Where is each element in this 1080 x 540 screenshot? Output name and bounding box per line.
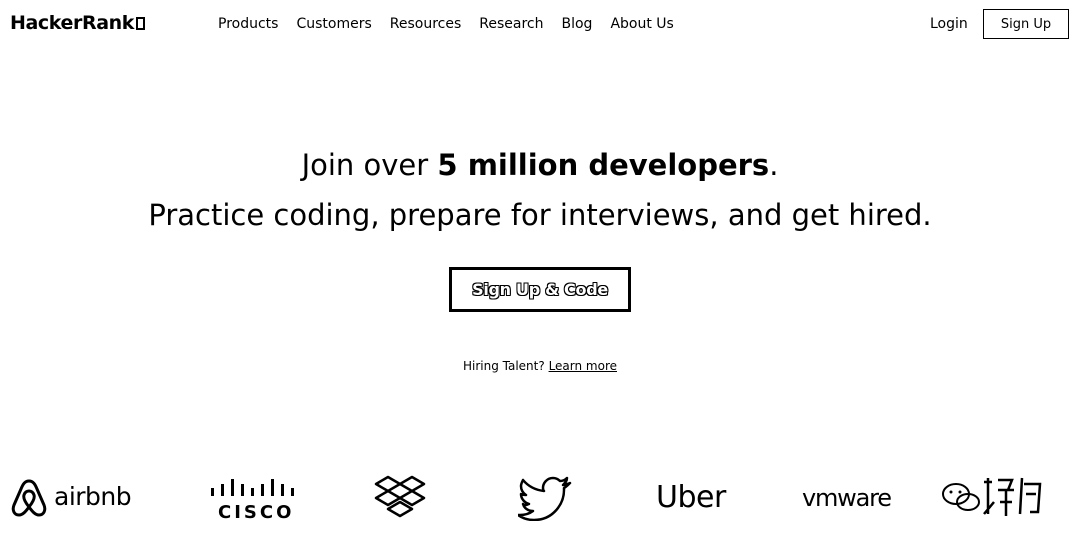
airbnb-wordmark: airbnb xyxy=(54,482,132,511)
hero-subheadline: Practice coding, prepare for interviews,… xyxy=(148,198,932,232)
hackerrank-logo[interactable]: HackerRank xyxy=(10,12,145,34)
twitter-bird-icon xyxy=(518,476,572,521)
nav-products[interactable]: Products xyxy=(218,16,278,32)
airbnb-icon xyxy=(11,479,47,517)
top-navigation: HackerRank Products Customers Resources … xyxy=(0,0,1080,52)
hiring-text: Hiring Talent? xyxy=(462,359,549,373)
logo-text: HackerRank xyxy=(10,12,134,34)
airbnb-logo: airbnb xyxy=(10,470,135,530)
hero-headline: Join over 5 million developers. xyxy=(0,148,1080,182)
login-link[interactable]: Login xyxy=(930,16,968,32)
cisco-wordmark: CISCO xyxy=(218,502,295,523)
cta-label: Sign Up & Code xyxy=(472,280,608,299)
hero-headline-suffix: . xyxy=(769,148,779,182)
cisco-icon xyxy=(211,479,294,496)
customer-logos: airbnb CISCO Uber vmware xyxy=(0,470,1080,530)
nav-research[interactable]: Research xyxy=(479,16,543,32)
logo-mark-icon xyxy=(135,16,145,30)
nav-about-us[interactable]: About Us xyxy=(610,16,673,32)
main-nav: Products Customers Resources Research Bl… xyxy=(218,16,692,32)
hero-headline-prefix: Join over xyxy=(301,148,438,182)
vmware-wordmark: vmware xyxy=(802,484,892,512)
wechat-watermark-icon xyxy=(942,477,1042,516)
twitter-logo xyxy=(518,470,574,530)
hero-headline-highlight: 5 million developers xyxy=(437,148,770,182)
dropbox-icon xyxy=(374,475,426,518)
nav-resources[interactable]: Resources xyxy=(390,16,462,32)
uber-wordmark: Uber xyxy=(656,480,726,515)
dropbox-logo xyxy=(372,470,428,530)
wechat-watermark xyxy=(940,470,1050,530)
sign-up-button[interactable]: Sign Up xyxy=(983,9,1069,39)
nav-blog[interactable]: Blog xyxy=(561,16,592,32)
nav-customers[interactable]: Customers xyxy=(296,16,371,32)
page: HackerRank Products Customers Resources … xyxy=(0,0,1080,540)
uber-logo: Uber xyxy=(656,470,736,530)
sign-up-and-code-button[interactable]: Sign Up & Code xyxy=(449,267,631,312)
vmware-logo: vmware xyxy=(802,470,922,530)
cisco-logo: CISCO xyxy=(208,470,298,530)
learn-more-link[interactable]: Learn more xyxy=(549,359,617,373)
hiring-talent-note: Hiring Talent? Learn more xyxy=(0,359,1080,373)
